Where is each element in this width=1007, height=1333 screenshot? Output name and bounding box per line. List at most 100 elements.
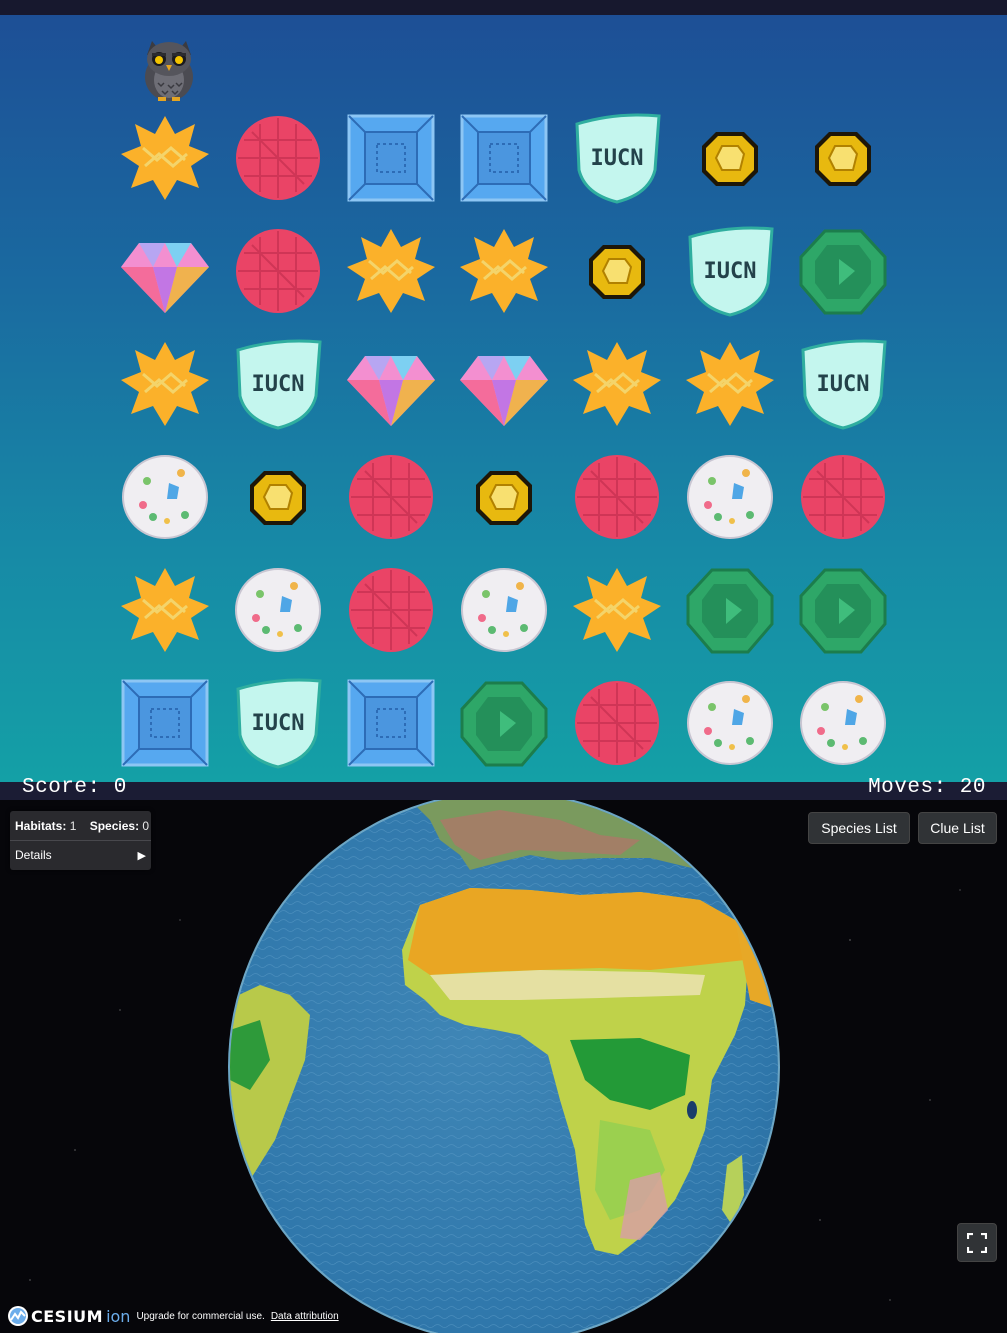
star-gem-tile[interactable]	[117, 336, 213, 432]
box-gem-tile[interactable]	[343, 110, 439, 206]
emerald-gem-tile[interactable]	[456, 675, 552, 771]
egg-gem-tile[interactable]	[230, 562, 326, 658]
star-gem-tile[interactable]	[343, 223, 439, 319]
gold-gem-icon	[702, 132, 758, 186]
box-gem-tile[interactable]	[343, 675, 439, 771]
box-gem-icon	[460, 114, 548, 202]
iucn-gem-tile[interactable]: IUCN	[682, 223, 778, 319]
upgrade-notice: Upgrade for commercial use.	[136, 1310, 265, 1322]
iucn-gem-tile[interactable]: IUCN	[569, 110, 665, 206]
star-gem-icon	[686, 342, 774, 426]
score-display: Score: 0	[22, 776, 127, 799]
owl-mascot-icon	[145, 41, 193, 101]
egg-gem-tile[interactable]	[795, 675, 891, 771]
diamond-gem-icon	[460, 356, 548, 426]
star-gem-tile[interactable]	[117, 110, 213, 206]
fullscreen-button[interactable]	[957, 1223, 997, 1262]
egg-gem-icon	[687, 681, 773, 765]
cesium-globe-viewer[interactable]: Habitats: 1 Species: 0 Details ▶ Species…	[0, 800, 1007, 1333]
ion-wordmark: ion	[106, 1306, 131, 1326]
egg-gem-tile[interactable]	[456, 562, 552, 658]
iucn-gem-tile[interactable]: IUCN	[230, 336, 326, 432]
game-status-bar	[0, 782, 1007, 800]
ball-gem-icon	[349, 568, 433, 652]
iucn-gem-tile[interactable]: IUCN	[795, 336, 891, 432]
ball-gem-tile[interactable]	[343, 562, 439, 658]
diamond-gem-icon	[347, 356, 435, 426]
ball-gem-tile[interactable]	[569, 449, 665, 545]
earth-globe[interactable]	[0, 800, 1007, 1333]
data-attribution-link[interactable]: Data attribution	[271, 1311, 339, 1322]
star-gem-tile[interactable]	[569, 562, 665, 658]
emerald-gem-tile[interactable]	[795, 223, 891, 319]
emerald-gem-icon	[799, 229, 887, 315]
emerald-gem-tile[interactable]	[682, 562, 778, 658]
diamond-gem-tile[interactable]	[343, 336, 439, 432]
cesium-ion-logo[interactable]: CESIUM ion	[7, 1305, 130, 1327]
stats-panel: Habitats: 1 Species: 0 Details ▶	[10, 811, 151, 870]
ball-gem-icon	[575, 455, 659, 539]
ball-gem-icon	[349, 455, 433, 539]
emerald-gem-icon	[460, 681, 548, 767]
star-gem-icon	[347, 229, 435, 313]
gold-gem-tile[interactable]	[456, 449, 552, 545]
svg-text:IUCN: IUCN	[252, 372, 305, 397]
star-gem-icon	[573, 342, 661, 426]
ball-gem-tile[interactable]	[795, 449, 891, 545]
iucn-gem-tile[interactable]: IUCN	[230, 675, 326, 771]
gold-gem-icon	[250, 471, 306, 525]
egg-gem-tile[interactable]	[682, 675, 778, 771]
gold-gem-icon	[476, 471, 532, 525]
svg-text:IUCN: IUCN	[591, 146, 644, 171]
box-gem-icon	[347, 679, 435, 767]
egg-gem-icon	[235, 568, 321, 652]
diamond-gem-tile[interactable]	[117, 223, 213, 319]
star-gem-tile[interactable]	[117, 562, 213, 658]
diamond-gem-tile[interactable]	[456, 336, 552, 432]
svg-text:IUCN: IUCN	[704, 259, 757, 284]
gold-gem-tile[interactable]	[569, 223, 665, 319]
gold-gem-tile[interactable]	[682, 110, 778, 206]
cesium-logo-icon	[8, 1306, 28, 1326]
ball-gem-icon	[236, 229, 320, 313]
star-gem-tile[interactable]	[569, 336, 665, 432]
stats-row: Habitats: 1 Species: 0	[10, 811, 151, 841]
box-gem-tile[interactable]	[456, 110, 552, 206]
ball-gem-tile[interactable]	[230, 110, 326, 206]
box-gem-icon	[347, 114, 435, 202]
species-count: 0	[142, 819, 150, 833]
expand-arrow-icon: ▶	[137, 849, 146, 862]
svg-text:IUCN: IUCN	[817, 372, 870, 397]
cesium-wordmark: CESIUM	[31, 1306, 104, 1326]
emerald-gem-tile[interactable]	[795, 562, 891, 658]
species-label: Species:	[89, 819, 140, 833]
ball-gem-tile[interactable]	[569, 675, 665, 771]
gold-gem-tile[interactable]	[230, 449, 326, 545]
diamond-gem-icon	[121, 243, 209, 313]
details-toggle[interactable]: Details ▶	[10, 841, 151, 870]
ball-gem-tile[interactable]	[343, 449, 439, 545]
box-gem-icon	[121, 679, 209, 767]
clue-list-button[interactable]: Clue List	[918, 812, 997, 844]
gold-gem-icon	[815, 132, 871, 186]
gold-gem-icon	[589, 245, 645, 299]
egg-gem-icon	[461, 568, 547, 652]
svg-text:IUCN: IUCN	[252, 711, 305, 736]
game-top-bar	[0, 0, 1007, 15]
match-three-game: IUCN IUCN IUCN IUCN IUCN Score: 0 Moves:…	[0, 0, 1007, 800]
egg-gem-icon	[687, 455, 773, 539]
gold-gem-tile[interactable]	[795, 110, 891, 206]
star-gem-tile[interactable]	[456, 223, 552, 319]
ball-gem-icon	[575, 681, 659, 765]
box-gem-tile[interactable]	[117, 675, 213, 771]
fullscreen-icon	[967, 1233, 987, 1253]
star-gem-tile[interactable]	[682, 336, 778, 432]
emerald-gem-icon	[799, 568, 887, 654]
egg-gem-tile[interactable]	[682, 449, 778, 545]
egg-gem-tile[interactable]	[117, 449, 213, 545]
ball-gem-tile[interactable]	[230, 223, 326, 319]
star-gem-icon	[121, 116, 209, 200]
species-list-button[interactable]: Species List	[808, 812, 910, 844]
iucn-gem-icon: IUCN	[575, 113, 661, 204]
details-label: Details	[15, 848, 52, 862]
